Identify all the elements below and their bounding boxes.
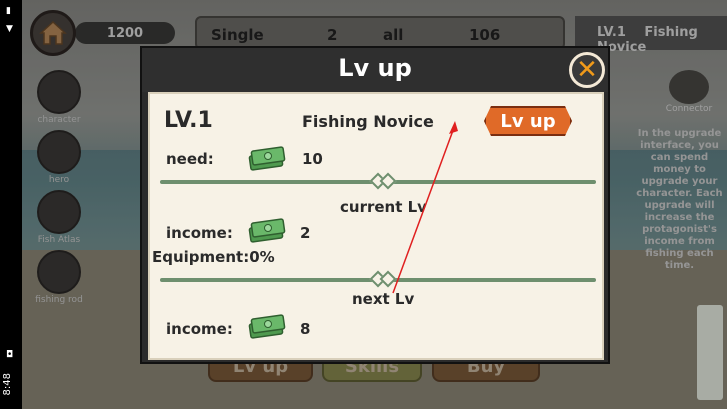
rank-title: Fishing Novice bbox=[302, 112, 434, 131]
close-icon: ✕ bbox=[576, 55, 598, 85]
notification-icon: ◘ bbox=[6, 350, 14, 360]
dialog-header: Lv up ✕ bbox=[142, 48, 608, 92]
system-status-bar: ▮ ▼ ◘ 8:48 bbox=[0, 0, 22, 409]
need-value: 10 bbox=[302, 150, 323, 168]
clock: 8:48 bbox=[2, 372, 13, 395]
divider-ornament bbox=[379, 270, 397, 288]
divider bbox=[160, 270, 596, 288]
next-income-label: income: bbox=[166, 320, 233, 338]
wifi-icon: ▼ bbox=[6, 24, 13, 34]
money-icon bbox=[248, 218, 286, 243]
lvup-button[interactable]: Lv up bbox=[484, 106, 572, 136]
current-level: LV.1 bbox=[164, 108, 213, 133]
current-income-label: income: bbox=[166, 224, 233, 242]
dialog-panel: LV.1 Fishing Novice Lv up need: 10 curre… bbox=[148, 92, 604, 360]
battery-icon: ▮ bbox=[6, 6, 11, 16]
close-button[interactable]: ✕ bbox=[569, 52, 605, 88]
divider bbox=[160, 172, 596, 190]
next-income-value: 8 bbox=[300, 320, 311, 338]
money-icon bbox=[248, 146, 286, 171]
need-label: need: bbox=[166, 150, 214, 168]
lvup-button-label: Lv up bbox=[500, 110, 556, 132]
equipment-label: Equipment:0% bbox=[152, 248, 275, 266]
next-lv-label: next Lv bbox=[352, 290, 415, 308]
current-lv-label: current Lv bbox=[340, 198, 427, 216]
money-icon bbox=[248, 314, 286, 339]
lvup-dialog: Lv up ✕ LV.1 Fishing Novice Lv up need: … bbox=[140, 46, 610, 364]
divider-ornament bbox=[379, 172, 397, 190]
current-income-value: 2 bbox=[300, 224, 311, 242]
dialog-title: Lv up bbox=[338, 54, 412, 82]
